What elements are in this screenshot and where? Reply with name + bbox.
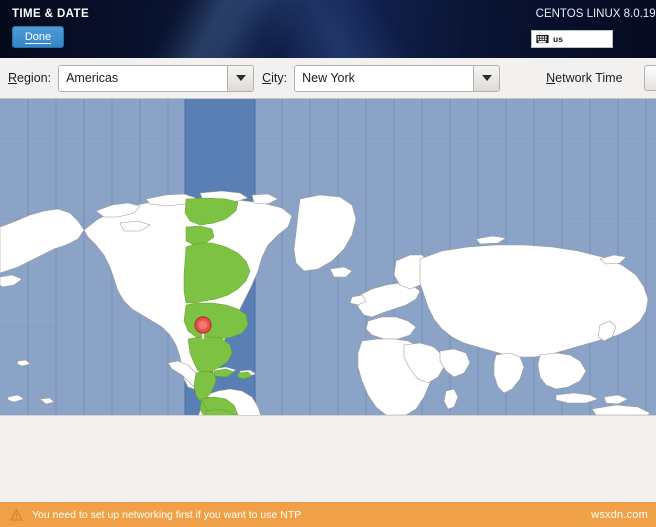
region-label: Region: bbox=[8, 71, 52, 85]
network-time-toggle[interactable] bbox=[644, 65, 656, 91]
region-city-bar: Region: Americas City: New York Network … bbox=[0, 58, 656, 99]
chevron-down-icon bbox=[481, 75, 492, 81]
world-map-graphic bbox=[0, 99, 656, 415]
warning-triangle-icon bbox=[10, 508, 23, 521]
done-button-label: Done bbox=[24, 30, 52, 44]
warning-message: You need to set up networking first if y… bbox=[32, 508, 302, 521]
warning-bar: You need to set up networking first if y… bbox=[0, 502, 656, 527]
keyboard-icon bbox=[536, 34, 549, 44]
watermark: wsxdn.com bbox=[591, 508, 648, 521]
city-dropdown[interactable]: New York bbox=[294, 64, 501, 92]
keyboard-layout-indicator[interactable]: us bbox=[531, 30, 613, 48]
region-dropdown-arrow[interactable] bbox=[227, 65, 254, 91]
city-dropdown-arrow[interactable] bbox=[473, 65, 500, 91]
done-button[interactable]: Done bbox=[12, 26, 64, 48]
chevron-down-icon bbox=[235, 75, 246, 81]
keyboard-layout-label: us bbox=[553, 34, 563, 44]
distro-name: CENTOS LINUX 8.0.190 bbox=[535, 8, 656, 20]
page-title: TIME & DATE bbox=[12, 8, 90, 20]
timezone-map[interactable] bbox=[0, 99, 656, 415]
region-value: Americas bbox=[59, 65, 228, 91]
city-label: City: bbox=[262, 71, 288, 85]
time-and-date-screen: TIME & DATE Done CENTOS LINUX 8.0.190 us… bbox=[0, 0, 656, 527]
network-time-label: Network Time bbox=[546, 71, 623, 85]
region-dropdown[interactable]: Americas bbox=[58, 64, 255, 92]
app-header: TIME & DATE Done CENTOS LINUX 8.0.190 us bbox=[0, 0, 656, 58]
city-value: New York bbox=[295, 65, 474, 91]
time-controls-panel: 07:43 24-hour AM/PM 10 / bbox=[0, 415, 656, 502]
